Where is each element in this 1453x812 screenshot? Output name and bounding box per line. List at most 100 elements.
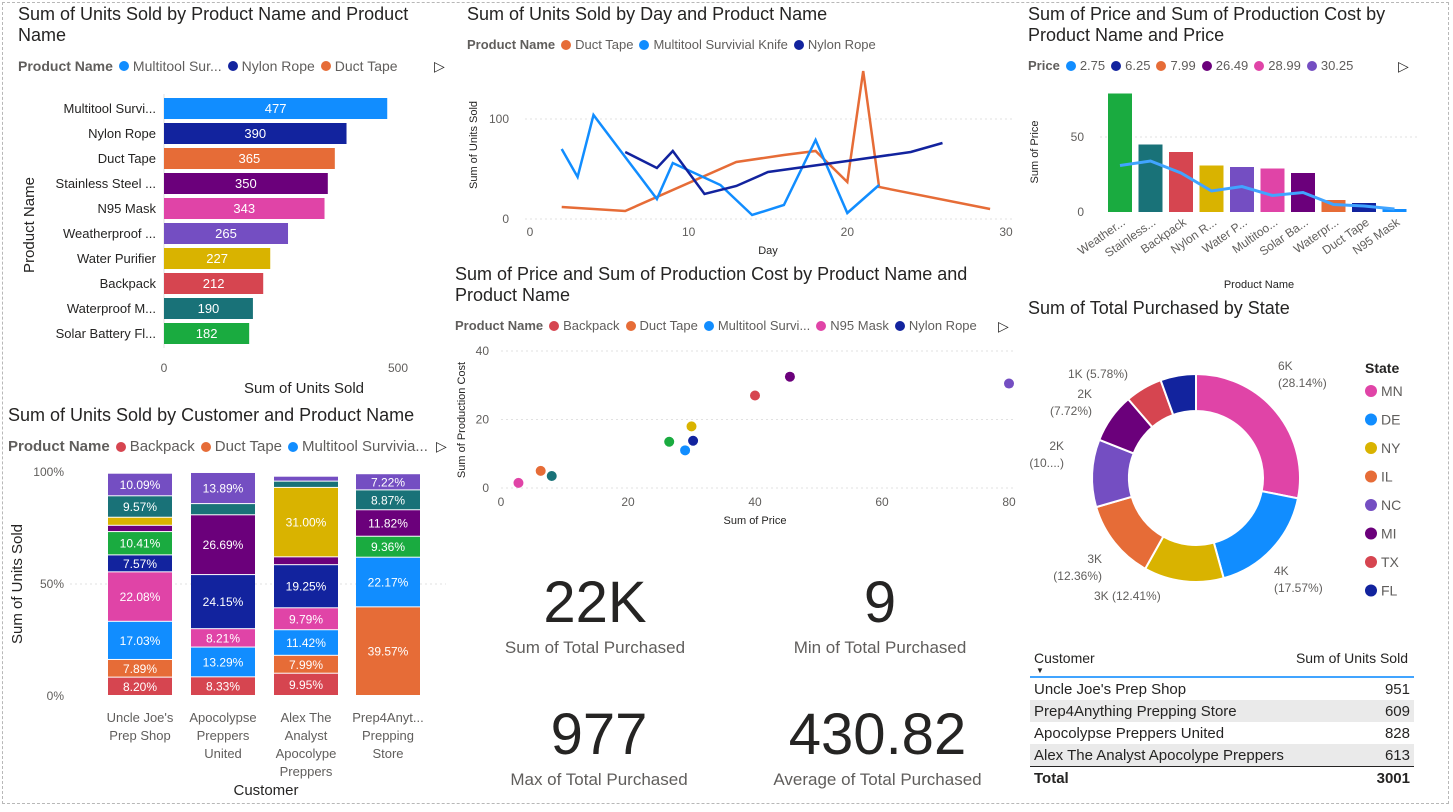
segment-data-label: 11.42% <box>286 636 326 650</box>
stacked-segment <box>108 525 172 532</box>
price-cost-scatter-visual[interactable]: Sum of Price and Sum of Production Cost … <box>445 262 1025 532</box>
bar-data-label: 390 <box>244 126 266 141</box>
segment-data-label: 8.21% <box>206 631 240 645</box>
bar-data-label: 477 <box>265 101 287 116</box>
kpi-value: 9 <box>863 570 897 635</box>
x-tick-label: United <box>204 746 242 761</box>
donut-data-label: 3K (12.41%) <box>1094 589 1161 603</box>
price-cost-combo-visual[interactable]: Sum of Price and Sum of Production Cost … <box>1020 0 1430 295</box>
y-axis-title: Sum of Production Cost <box>456 362 468 478</box>
line-plot: Sum of Units Sold Day 0 100 0 10 20 30 <box>468 70 1015 257</box>
column-header-customer[interactable]: Customer <box>1034 650 1095 666</box>
stacked-segment <box>274 476 338 481</box>
x-tick-label: Alex The <box>280 710 331 725</box>
units-by-day-line-visual[interactable]: Sum of Units Sold by Day and Product Nam… <box>455 0 1025 262</box>
scatter-plot: Sum of Production Cost Sum of Price 0 20 4… <box>456 344 1016 527</box>
scatter-point <box>1004 378 1014 389</box>
legend-label: NY <box>1381 440 1401 456</box>
customer-units-table[interactable]: Customer ▼ Sum of Units Sold Uncle Joe's… <box>1030 646 1414 796</box>
bar-data-label: 190 <box>198 301 220 316</box>
x-tick-label: Prepping <box>362 728 414 743</box>
x-tick-label: 20 <box>841 225 855 239</box>
sort-desc-icon[interactable]: ▼ <box>1036 666 1044 675</box>
stacked-segment <box>274 557 338 565</box>
total-by-state-donut-visual[interactable]: Sum of Total Purchased by State State MN… <box>1020 295 1440 625</box>
data-table: Uncle Joe's Prep Shop 951 Prep4Anything P… <box>1030 678 1414 789</box>
x-axis-title: Day <box>758 245 778 257</box>
donut-data-label: 2K <box>1049 439 1064 453</box>
y-tick-label: N95 Mask <box>97 201 156 216</box>
kpi-label: Average of Total Purchased <box>773 770 982 789</box>
x-tick-label: 0 <box>161 361 168 375</box>
y-tick-label: Waterproof M... <box>67 301 156 316</box>
units-by-product-bar-visual[interactable]: Sum of Units Sold by Product Name and Pr… <box>8 0 448 400</box>
units-by-customer-stacked-visual[interactable]: Sum of Units Sold by Customer and Produc… <box>0 400 452 810</box>
table-row[interactable]: Prep4Anything Prepping Store 609 <box>1030 700 1414 722</box>
bar-data-label: 182 <box>196 326 218 341</box>
table-row[interactable]: Apocolypse Preppers United 828 <box>1030 722 1414 744</box>
bar <box>1108 93 1132 212</box>
stacked-segment <box>108 517 172 525</box>
cell-units: 609 <box>1384 702 1410 720</box>
y-tick-label: 50 <box>1071 130 1085 144</box>
segment-data-label: 17.03% <box>120 634 161 648</box>
x-axis-title: Customer <box>233 782 298 799</box>
kpi-value: 22K <box>543 570 647 635</box>
x-tick-label: Apocolype <box>276 746 337 761</box>
y-tick-label: 100 <box>489 112 509 126</box>
total-label: Total <box>1034 769 1069 787</box>
kpi-card[interactable]: 22K Sum of Total Purchased <box>480 572 710 658</box>
segment-data-label: 8.33% <box>206 680 240 694</box>
segment-data-label: 26.69% <box>203 538 244 552</box>
donut-data-label: 6K <box>1278 359 1293 373</box>
x-tick-label: 80 <box>1002 495 1016 509</box>
bar-data-label: 265 <box>215 226 237 241</box>
series-line <box>561 70 991 213</box>
kpi-label: Max of Total Purchased <box>510 770 688 789</box>
x-tick-label: Apocolypse <box>189 710 256 725</box>
x-tick-label: 0 <box>527 225 534 239</box>
legend-label: TX <box>1381 554 1400 570</box>
x-tick-label: 0 <box>498 495 505 509</box>
kpi-card[interactable]: 430.82 Average of Total Purchased <box>755 704 1000 790</box>
x-tick-label: Prep Shop <box>109 728 170 743</box>
x-tick-label: Preppers <box>280 764 333 779</box>
donut-data-label: 4K <box>1274 564 1289 578</box>
segment-data-label: 10.09% <box>120 478 161 492</box>
table-row[interactable]: Uncle Joe's Prep Shop 951 <box>1030 678 1414 700</box>
stacked-segment <box>191 504 255 515</box>
legend-label: MN <box>1381 383 1403 399</box>
bar <box>1260 168 1285 212</box>
x-axis-title: Sum of Units Sold <box>244 380 364 397</box>
legend-swatch <box>1365 385 1377 397</box>
cell-customer: Uncle Joe's Prep Shop <box>1034 680 1187 698</box>
donut-data-label: (7.72%) <box>1050 404 1092 418</box>
column-header-units[interactable]: Sum of Units Sold <box>1296 650 1408 666</box>
bar-data-label: 212 <box>203 276 225 291</box>
stacked-plot: Sum of Units Sold Customer 0% 50% 100% 8… <box>9 465 446 799</box>
y-tick-label: Weatherproof ... <box>63 226 156 241</box>
x-tick-label: Uncle Joe's <box>107 710 174 725</box>
table-row[interactable]: Alex The Analyst Apocolype Preppers 613 <box>1030 744 1414 767</box>
donut-data-label: (28.14%) <box>1278 376 1327 390</box>
y-tick-label: 100% <box>33 465 64 479</box>
series-line <box>624 141 943 196</box>
segment-data-label: 22.17% <box>368 576 409 590</box>
kpi-card[interactable]: 977 Max of Total Purchased <box>484 704 714 790</box>
y-tick-label: 50% <box>40 577 64 591</box>
stacked-segment <box>274 481 338 487</box>
legend-label: FL <box>1381 583 1398 599</box>
bar <box>1138 144 1163 212</box>
segment-data-label: 7.22% <box>371 475 405 489</box>
legend-title: State <box>1365 360 1399 376</box>
y-tick-label: Stainless Steel ... <box>56 176 156 191</box>
total-row: Total 3001 <box>1030 766 1414 790</box>
legend-label: IL <box>1381 469 1393 485</box>
combo-plot: Sum of Price Product Name 050Weather...S… <box>1029 93 1420 291</box>
kpi-card[interactable]: 9 Min of Total Purchased <box>765 572 995 658</box>
x-tick-label: 500 <box>388 361 408 375</box>
y-tick-label: Solar Battery Fl... <box>56 326 156 341</box>
scatter-point <box>784 371 795 382</box>
kpi-value: 430.82 <box>788 702 967 767</box>
cell-customer: Alex The Analyst Apocolype Preppers <box>1034 746 1284 764</box>
